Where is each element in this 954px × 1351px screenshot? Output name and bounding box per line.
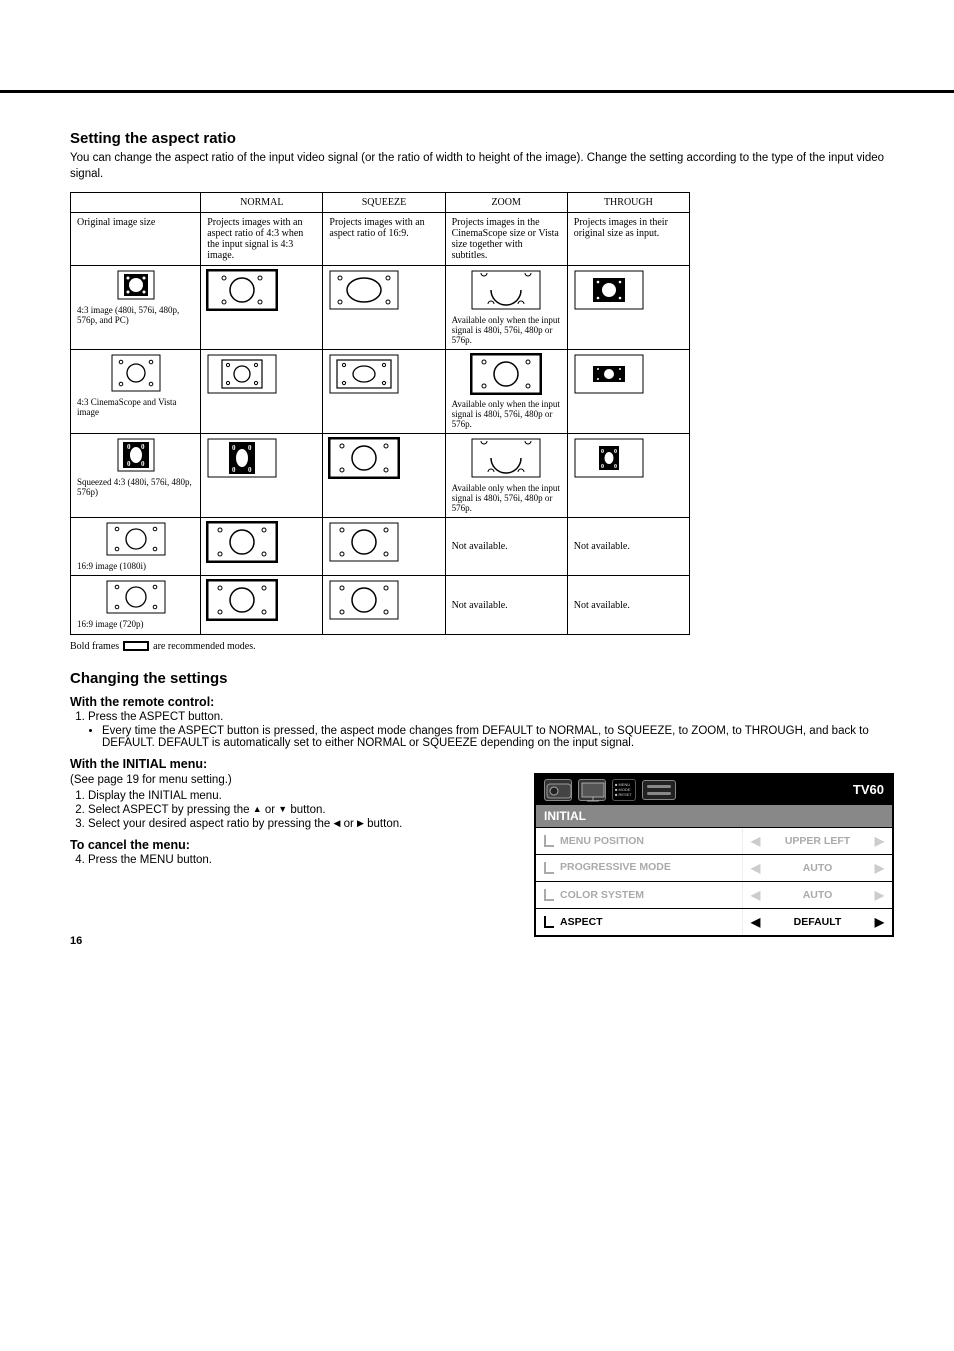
row5-through: Not available. bbox=[567, 576, 689, 634]
heading-initial-menu: With the INITIAL menu: bbox=[70, 757, 894, 771]
svg-text:0: 0 bbox=[601, 449, 604, 455]
svg-text:0: 0 bbox=[232, 444, 236, 452]
cancel-step-4: Press the MENU button. bbox=[88, 854, 504, 866]
left-arrow-icon: ◀ bbox=[747, 861, 764, 875]
right-arrow-icon: ▶ bbox=[871, 888, 888, 902]
left-arrow-icon: ◀ bbox=[747, 834, 764, 848]
menu-labels-icon: ■ MENU■ MODE■ RESET bbox=[612, 779, 636, 801]
row1-zoom: Available only when the input signal is … bbox=[445, 266, 567, 350]
row0-zoom: Projects images in the CinemaScope size … bbox=[445, 213, 567, 266]
svg-text:0: 0 bbox=[232, 466, 236, 474]
row1-through bbox=[567, 266, 689, 350]
svg-text:0: 0 bbox=[127, 443, 131, 451]
row4-zoom: Not available. bbox=[445, 518, 567, 576]
top-rule bbox=[0, 90, 954, 93]
left-arrow-icon: ◀ bbox=[747, 888, 764, 902]
heading-remote: With the remote control: bbox=[70, 695, 894, 709]
screen-icon bbox=[578, 779, 606, 801]
menu-row-color-system: COLOR SYSTEM ◀AUTO▶ bbox=[536, 881, 892, 908]
initial-step-2: Select ASPECT by pressing the ▲ or ▼ but… bbox=[88, 804, 504, 816]
svg-text:0: 0 bbox=[614, 464, 617, 470]
page-number: 16 bbox=[70, 935, 82, 947]
osd-signal-label: TV60 bbox=[853, 782, 884, 797]
row5-zoom: Not available. bbox=[445, 576, 567, 634]
row2-squeeze bbox=[323, 350, 445, 434]
up-triangle-icon: ▲ bbox=[253, 804, 262, 814]
tab-icon bbox=[544, 835, 554, 847]
osd-menu-panel: ■ MENU■ MODE■ RESET TV60 INITIAL MENU PO… bbox=[534, 773, 894, 937]
table-corner bbox=[71, 193, 201, 213]
left-arrow-icon: ◀ bbox=[747, 915, 764, 929]
row0-normal: Projects images with an aspect ratio of … bbox=[201, 213, 323, 266]
row1-squeeze bbox=[323, 266, 445, 350]
row3-zoom: Available only when the input signal is … bbox=[445, 434, 567, 518]
row5-squeeze bbox=[323, 576, 445, 634]
cancel-steps: Press the MENU button. bbox=[70, 854, 504, 866]
initial-steps: Display the INITIAL menu. Select ASPECT … bbox=[70, 790, 504, 830]
osd-section-title: INITIAL bbox=[536, 805, 892, 827]
row2-legend: 4:3 CinemaScope and Vista image bbox=[71, 350, 201, 434]
right-arrow-icon: ▶ bbox=[871, 915, 888, 929]
svg-text:0: 0 bbox=[141, 460, 145, 468]
col-normal: NORMAL bbox=[201, 193, 323, 213]
slider-icon bbox=[642, 780, 676, 800]
row4-through: Not available. bbox=[567, 518, 689, 576]
row2-zoom: Available only when the input signal is … bbox=[445, 350, 567, 434]
col-squeeze: SQUEEZE bbox=[323, 193, 445, 213]
tab-icon bbox=[544, 889, 554, 901]
tab-icon bbox=[544, 916, 554, 928]
row4-legend: 16:9 image (1080i) bbox=[71, 518, 201, 576]
row3-squeeze bbox=[323, 434, 445, 518]
svg-text:0: 0 bbox=[614, 449, 617, 455]
remote-step-1-bullet: Every time the ASPECT button is pressed,… bbox=[102, 725, 894, 749]
row3-through: 0 0 0 0 bbox=[567, 434, 689, 518]
row4-normal bbox=[201, 518, 323, 576]
row2-normal bbox=[201, 350, 323, 434]
svg-text:0: 0 bbox=[127, 460, 131, 468]
row5-legend: 16:9 image (720p) bbox=[71, 576, 201, 634]
row0-through: Projects images in their original size a… bbox=[567, 213, 689, 266]
right-arrow-icon: ▶ bbox=[871, 834, 888, 848]
svg-text:0: 0 bbox=[601, 464, 604, 470]
osd-menu-header: ■ MENU■ MODE■ RESET TV60 bbox=[536, 775, 892, 805]
right-triangle-icon: ▶ bbox=[357, 818, 364, 828]
row4-squeeze bbox=[323, 518, 445, 576]
initial-step-1: Display the INITIAL menu. bbox=[88, 790, 504, 802]
menu-row-progressive: PROGRESSIVE MODE ◀AUTO▶ bbox=[536, 854, 892, 881]
initial-step-3: Select your desired aspect ratio by pres… bbox=[88, 818, 504, 830]
right-arrow-icon: ▶ bbox=[871, 861, 888, 875]
down-triangle-icon: ▼ bbox=[278, 804, 287, 814]
remote-steps: Press the ASPECT button. Every time the … bbox=[70, 711, 894, 749]
svg-text:0: 0 bbox=[141, 443, 145, 451]
table-legend: Bold frames are recommended modes. bbox=[70, 641, 894, 652]
row1-normal bbox=[201, 266, 323, 350]
heading-changing-settings: Changing the settings bbox=[70, 670, 894, 687]
row3-legend: 0000 Squeezed 4:3 (480i, 576i, 480p, 576… bbox=[71, 434, 201, 518]
menu-row-aspect: ASPECT ◀DEFAULT▶ bbox=[536, 908, 892, 935]
row3-normal: 0 0 0 0 bbox=[201, 434, 323, 518]
remote-step-1: Press the ASPECT button. Every time the … bbox=[88, 711, 894, 749]
col-zoom: ZOOM bbox=[445, 193, 567, 213]
menu-row-position: MENU POSITION ◀UPPER LEFT▶ bbox=[536, 827, 892, 854]
heading-cancel: To cancel the menu: bbox=[70, 838, 504, 852]
svg-text:0: 0 bbox=[248, 444, 252, 452]
heading-aspect-ratio: Setting the aspect ratio bbox=[70, 130, 894, 147]
col-through: THROUGH bbox=[567, 193, 689, 213]
row0-squeeze: Projects images with an aspect ratio of … bbox=[323, 213, 445, 266]
see-page-note: (See page 19 for menu setting.) bbox=[70, 773, 504, 789]
row1-legend: 4:3 image (480i, 576i, 480p, 576p, and P… bbox=[71, 266, 201, 350]
aspect-table: NORMAL SQUEEZE ZOOM THROUGH Original ima… bbox=[70, 192, 690, 635]
intro-paragraph: You can change the aspect ratio of the i… bbox=[70, 151, 894, 182]
face-icon bbox=[117, 270, 155, 300]
row2-through bbox=[567, 350, 689, 434]
legend-box-icon bbox=[123, 641, 149, 651]
row5-normal bbox=[201, 576, 323, 634]
row0-label: Original image size bbox=[71, 213, 201, 266]
svg-text:0: 0 bbox=[248, 466, 252, 474]
projector-icon bbox=[544, 779, 572, 801]
tab-icon bbox=[544, 862, 554, 874]
